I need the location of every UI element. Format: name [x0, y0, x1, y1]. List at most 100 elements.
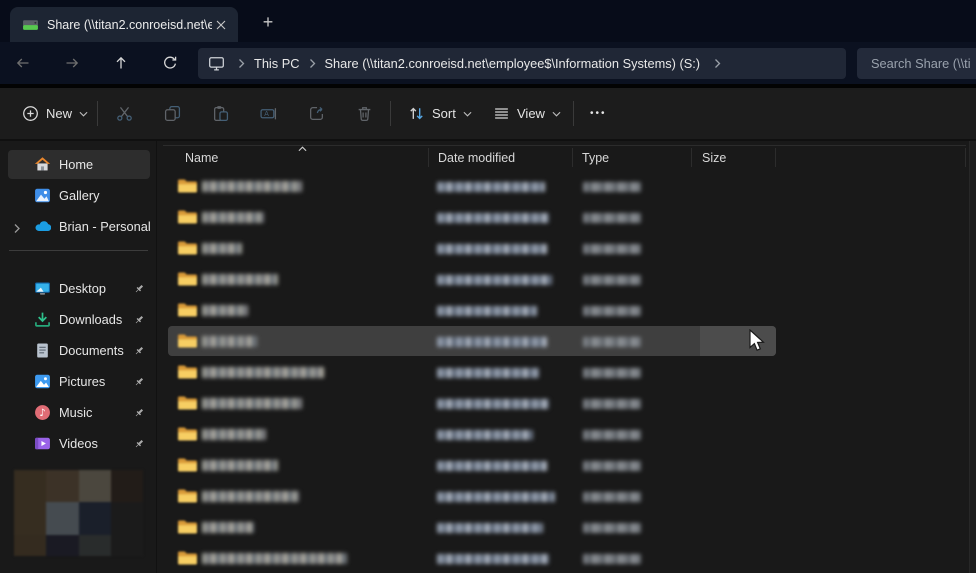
downloads-icon — [34, 311, 51, 328]
file-row[interactable] — [163, 202, 966, 233]
redacted-file-type — [583, 213, 641, 223]
column-header-blank — [776, 146, 966, 170]
sidebar-item-downloads[interactable]: Downloads — [8, 305, 150, 334]
redacted-file-name — [202, 274, 278, 285]
redacted-date-modified — [437, 461, 547, 471]
redacted-file-name — [202, 305, 248, 316]
breadcrumb-chevron-icon[interactable] — [714, 58, 721, 69]
folder-icon — [177, 488, 197, 504]
chevron-down-icon — [552, 111, 561, 117]
redacted-date-modified — [437, 337, 547, 347]
redacted-date-modified — [437, 368, 539, 378]
sidebar-item-label: Gallery — [59, 188, 100, 203]
network-drive-icon — [22, 16, 39, 33]
sidebar-item-label: Music — [59, 405, 92, 420]
breadcrumb-share-path[interactable]: Share (\\titan2.conroeisd.net\employee$\… — [325, 56, 701, 71]
redacted-file-name — [202, 243, 242, 254]
file-row[interactable] — [163, 295, 966, 326]
file-row[interactable] — [163, 388, 966, 419]
column-header-type[interactable]: Type — [573, 146, 692, 170]
file-row[interactable] — [163, 264, 966, 295]
breadcrumb-chevron-icon — [238, 58, 245, 69]
share-button[interactable] — [296, 95, 336, 132]
desktop-icon — [34, 280, 51, 297]
sort-button[interactable]: Sort — [398, 95, 482, 132]
file-row[interactable] — [163, 326, 966, 357]
expand-chevron-icon[interactable] — [13, 221, 21, 239]
file-row[interactable] — [163, 171, 966, 202]
forward-button[interactable] — [56, 47, 88, 79]
folder-icon — [177, 395, 197, 411]
paste-button[interactable] — [200, 95, 240, 132]
navigation-pane: Home Gallery Brian - Personal — [0, 141, 157, 573]
redacted-file-type — [583, 461, 641, 471]
file-explorer-window: Share (\\titan2.conroeisd.net\e + — [0, 0, 976, 573]
title-bar: Share (\\titan2.conroeisd.net\e + — [0, 0, 976, 42]
redacted-file-name — [202, 336, 257, 347]
file-row[interactable] — [163, 543, 966, 573]
address-bar[interactable]: This PC Share (\\titan2.conroeisd.net\em… — [198, 48, 846, 79]
sidebar-item-home[interactable]: Home — [8, 150, 150, 179]
breadcrumb-this-pc[interactable]: This PC — [254, 56, 300, 71]
sidebar-item-pictures[interactable]: Pictures — [8, 367, 150, 396]
delete-button[interactable] — [344, 95, 384, 132]
column-header-date-modified[interactable]: Date modified — [429, 146, 573, 170]
refresh-button[interactable] — [154, 47, 186, 79]
file-row[interactable] — [163, 481, 966, 512]
file-row[interactable] — [163, 419, 966, 450]
more-options-button[interactable]: ••• — [580, 95, 617, 132]
sidebar-item-videos[interactable]: Videos — [8, 429, 150, 458]
column-header-size[interactable]: Size — [692, 146, 776, 170]
sidebar-item-music[interactable]: ♪ Music — [8, 398, 150, 427]
redacted-file-name — [202, 367, 324, 378]
onedrive-icon — [34, 218, 51, 235]
view-button[interactable]: View — [483, 95, 571, 132]
explorer-tab[interactable]: Share (\\titan2.conroeisd.net\e — [10, 7, 238, 42]
file-row[interactable] — [163, 512, 966, 543]
search-input[interactable]: Search Share (\\ti — [857, 48, 976, 79]
redacted-thumbnail-block — [14, 535, 46, 556]
redacted-file-type — [583, 182, 641, 192]
new-tab-button[interactable]: + — [256, 10, 280, 34]
cut-button[interactable] — [104, 95, 144, 132]
sidebar-item-gallery[interactable]: Gallery — [8, 181, 150, 210]
copy-button[interactable] — [152, 95, 192, 132]
sidebar-item-label: Home — [59, 157, 93, 172]
redacted-file-name — [202, 181, 302, 192]
redacted-thumbnail-block — [79, 502, 111, 535]
column-header-name[interactable]: Name — [163, 146, 429, 170]
redacted-file-name — [202, 553, 347, 564]
redacted-thumbnail-block — [111, 502, 143, 535]
sidebar-item-label: Pictures — [59, 374, 105, 389]
sidebar-item-onedrive-brian[interactable]: Brian - Personal — [8, 212, 150, 241]
redacted-date-modified — [437, 244, 547, 254]
scrollbar-track[interactable] — [970, 141, 976, 573]
back-button[interactable] — [7, 47, 39, 79]
sort-icon — [408, 105, 425, 122]
sidebar-item-documents[interactable]: Documents — [8, 336, 150, 365]
toolbar-divider — [573, 101, 574, 126]
file-row[interactable] — [163, 450, 966, 481]
music-icon: ♪ — [34, 404, 51, 421]
sidebar-item-desktop[interactable]: Desktop — [8, 274, 150, 303]
redacted-file-type — [583, 523, 641, 533]
gallery-icon — [34, 187, 51, 204]
folder-icon — [177, 550, 197, 566]
new-button[interactable]: New — [12, 95, 98, 132]
redacted-file-type — [583, 275, 641, 285]
redacted-file-type — [583, 306, 641, 316]
redacted-file-name — [202, 491, 299, 502]
rename-button[interactable]: A — [248, 95, 288, 132]
toolbar-divider — [390, 101, 391, 126]
up-button[interactable] — [105, 47, 137, 79]
redacted-date-modified — [437, 523, 543, 533]
file-row[interactable] — [163, 233, 966, 264]
pane-splitter[interactable] — [156, 141, 157, 573]
tab-close-icon[interactable] — [212, 16, 230, 34]
search-placeholder: Search Share (\\ti — [871, 56, 971, 71]
videos-icon — [34, 435, 51, 452]
file-row[interactable] — [163, 357, 966, 388]
sidebar-item-label: Videos — [59, 436, 98, 451]
redacted-date-modified — [437, 430, 533, 440]
redacted-file-type — [583, 554, 641, 564]
